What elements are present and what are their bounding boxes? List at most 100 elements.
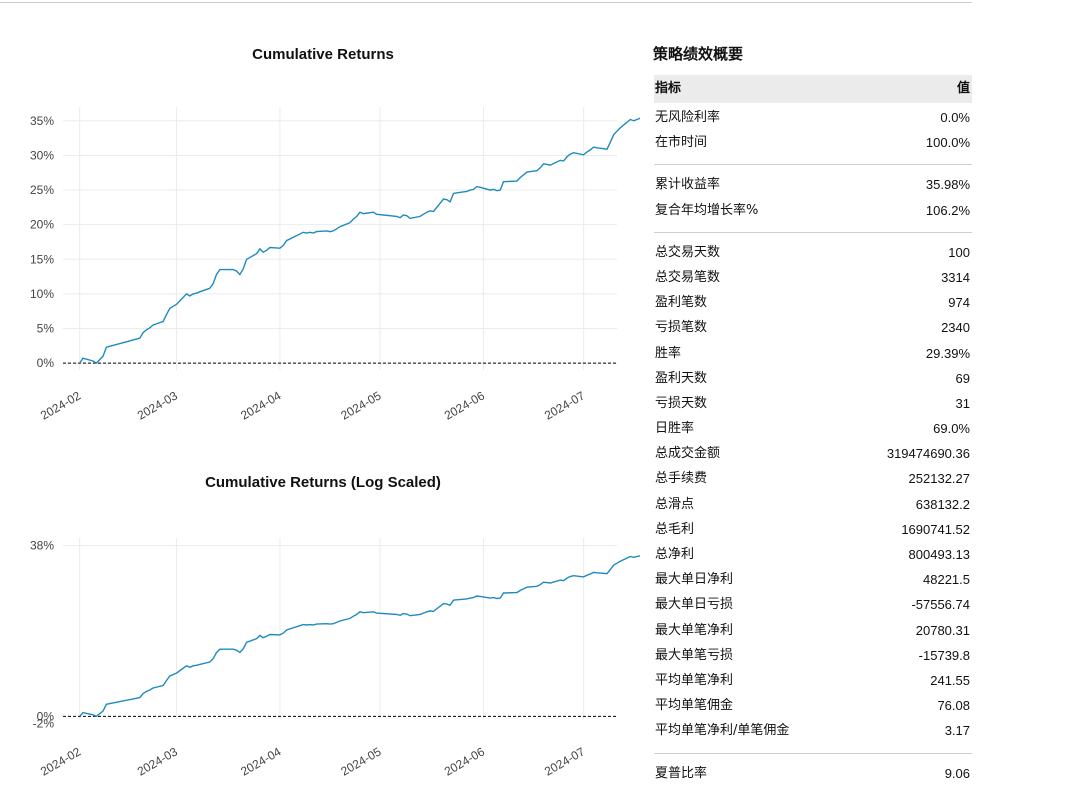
- metric-value: 1690741.52: [901, 521, 970, 537]
- metric-label: 最大单日亏损: [655, 597, 734, 613]
- metric-value: 319474690.36: [886, 446, 970, 462]
- y-tick-label: 25%: [30, 183, 54, 197]
- metric-label: 胜率: [655, 345, 682, 361]
- metric-value: 31: [955, 395, 970, 411]
- metric-label: 总手续费: [655, 471, 708, 487]
- x-tick-label: 2024-07: [542, 388, 587, 422]
- metric-label: 总交易笔数: [655, 269, 721, 285]
- metric-label: 总毛利: [655, 521, 695, 537]
- table-row: 最大单日亏损 -57556.74: [654, 592, 972, 617]
- metric-label: 总成交金额: [655, 446, 721, 462]
- cumulative-returns-log-line: [79, 555, 640, 718]
- metric-label: 无风险利率: [655, 110, 721, 125]
- table-row: 最大单笔净利 20780.31: [654, 618, 972, 643]
- table-row: 在市时间 100.0%: [654, 130, 972, 155]
- y-tick-label: 15%: [30, 252, 54, 266]
- table-row: 累计收益率 35.98%: [654, 172, 972, 197]
- metric-value: 241.55: [930, 672, 970, 688]
- table-separator: [654, 164, 972, 166]
- metric-label: 平均单笔佣金: [655, 698, 734, 714]
- y-tick-label: 38%: [30, 539, 54, 553]
- x-tick-label: 2024-06: [442, 388, 487, 422]
- table-row: 日胜率 69.0%: [654, 416, 972, 441]
- metric-label: 总交易天数: [655, 244, 721, 260]
- cumulative-returns-chart: 0% 5% 10% 15% 20% 25% 30% 35% 2024-02 2024-03 2024…: [30, 107, 640, 423]
- metric-label: 亏损笔数: [655, 320, 708, 336]
- metric-value: 3.17: [944, 723, 970, 739]
- metric-value: 20780.31: [915, 622, 970, 638]
- x-tick-label: 2024-04: [238, 744, 283, 778]
- table-row: 复合年均增长率% 106.2%: [654, 198, 972, 223]
- metric-value: 974: [948, 295, 970, 311]
- metric-label: 总滑点: [655, 496, 695, 512]
- x-tick-label: 2024-05: [338, 744, 383, 778]
- x-tick-label: 2024-04: [238, 388, 283, 422]
- y-tick-label: 5%: [37, 321, 55, 335]
- table-row: 平均单笔佣金 76.08: [654, 693, 972, 718]
- metric-label: 最大单笔净利: [655, 622, 734, 638]
- x-tick-label: 2024-06: [442, 744, 487, 778]
- table-row: 总毛利 1690741.52: [654, 517, 972, 542]
- metric-label: 总净利: [655, 547, 695, 562]
- metric-label: 复合年均增长率%: [655, 202, 759, 218]
- metric-label: 最大单笔亏损: [655, 647, 734, 663]
- y-tick-label: 10%: [30, 287, 54, 301]
- table-row: 盈利笔数 974: [654, 290, 972, 315]
- table-row: 总交易笔数 3314: [654, 265, 972, 290]
- x-tick-label: 2024-02: [38, 744, 83, 778]
- table-row: 亏损笔数 2340: [654, 315, 972, 340]
- table-row: 总手续费 252132.27: [654, 466, 972, 491]
- x-tick-label: 2024-02: [38, 388, 83, 422]
- table-separator: [654, 752, 972, 754]
- metric-label: 日胜率: [655, 421, 695, 437]
- metric-value: 3314: [941, 269, 970, 285]
- y-tick-label: 0%: [37, 356, 55, 370]
- metric-label: 盈利笔数: [655, 295, 708, 311]
- metric-value: 100: [948, 244, 970, 260]
- x-tick-label: 2024-05: [338, 388, 383, 422]
- metric-label: 平均单笔净利/单笔佣金: [655, 723, 790, 739]
- metric-value: 100.0%: [925, 135, 970, 151]
- metric-value: -15739.8: [918, 647, 970, 663]
- table-row: 总交易天数 100: [654, 240, 972, 265]
- metric-value: 29.39%: [925, 345, 970, 361]
- metric-label: 夏普比率: [655, 765, 708, 781]
- metric-value: 69: [955, 370, 970, 386]
- metric-value: 106.2%: [925, 202, 970, 218]
- y-tick-label: 20%: [30, 218, 54, 232]
- cumulative-returns-log-chart: 38%0%-2%2024-02 2024-03 2024-04 2024-05 2024…: [30, 538, 640, 779]
- y-tick-label: 35%: [30, 114, 54, 128]
- header-value: 值: [956, 81, 970, 96]
- metric-value: 0.0%: [940, 110, 970, 125]
- metric-label: 最大单日净利: [655, 572, 734, 588]
- cumulative-returns-line: [79, 117, 640, 364]
- performance-table-header: 指标 值: [654, 75, 972, 103]
- y-tick-label: 30%: [30, 148, 54, 162]
- metric-value: 76.08: [937, 698, 970, 714]
- metric-value: 800493.13: [908, 547, 970, 562]
- performance-summary-title: 策略绩效概要: [653, 45, 744, 63]
- metric-value: -57556.74: [911, 597, 970, 613]
- metric-value: 9.06: [944, 765, 970, 781]
- table-row: 盈利天数 69: [654, 366, 972, 391]
- table-row: 胜率 29.39%: [654, 341, 972, 366]
- metric-value: 48221.5: [923, 572, 970, 588]
- table-row: 总滑点 638132.2: [654, 492, 972, 517]
- x-tick-label: 2024-03: [135, 388, 180, 422]
- table-separator: [654, 231, 972, 233]
- performance-summary: 策略绩效概要 指标 值 无风险利率 0.0% 在市时间 100.0% 累计收益率 35.9…: [653, 40, 972, 786]
- performance-table-body: 无风险利率 0.0% 在市时间 100.0% 累计收益率 35.98% 复合年均增长率% 10…: [654, 105, 972, 786]
- metric-label: 累计收益率: [655, 177, 721, 193]
- table-row: 最大单日净利 48221.5: [654, 567, 972, 592]
- header-metric: 指标: [655, 81, 682, 96]
- metric-value: 2340: [941, 320, 970, 336]
- metric-label: 平均单笔净利: [655, 672, 734, 688]
- table-row: 平均单笔净利 241.55: [654, 668, 972, 693]
- metric-value: 252132.27: [908, 471, 970, 487]
- y-tick-label: -2%: [33, 716, 55, 730]
- table-row: 夏普比率 9.06: [654, 761, 972, 786]
- metric-label: 盈利天数: [655, 370, 708, 386]
- table-row: 总净利 800493.13: [654, 542, 972, 567]
- table-row: 总成交金额 319474690.36: [654, 441, 972, 466]
- x-tick-label: 2024-03: [135, 744, 180, 778]
